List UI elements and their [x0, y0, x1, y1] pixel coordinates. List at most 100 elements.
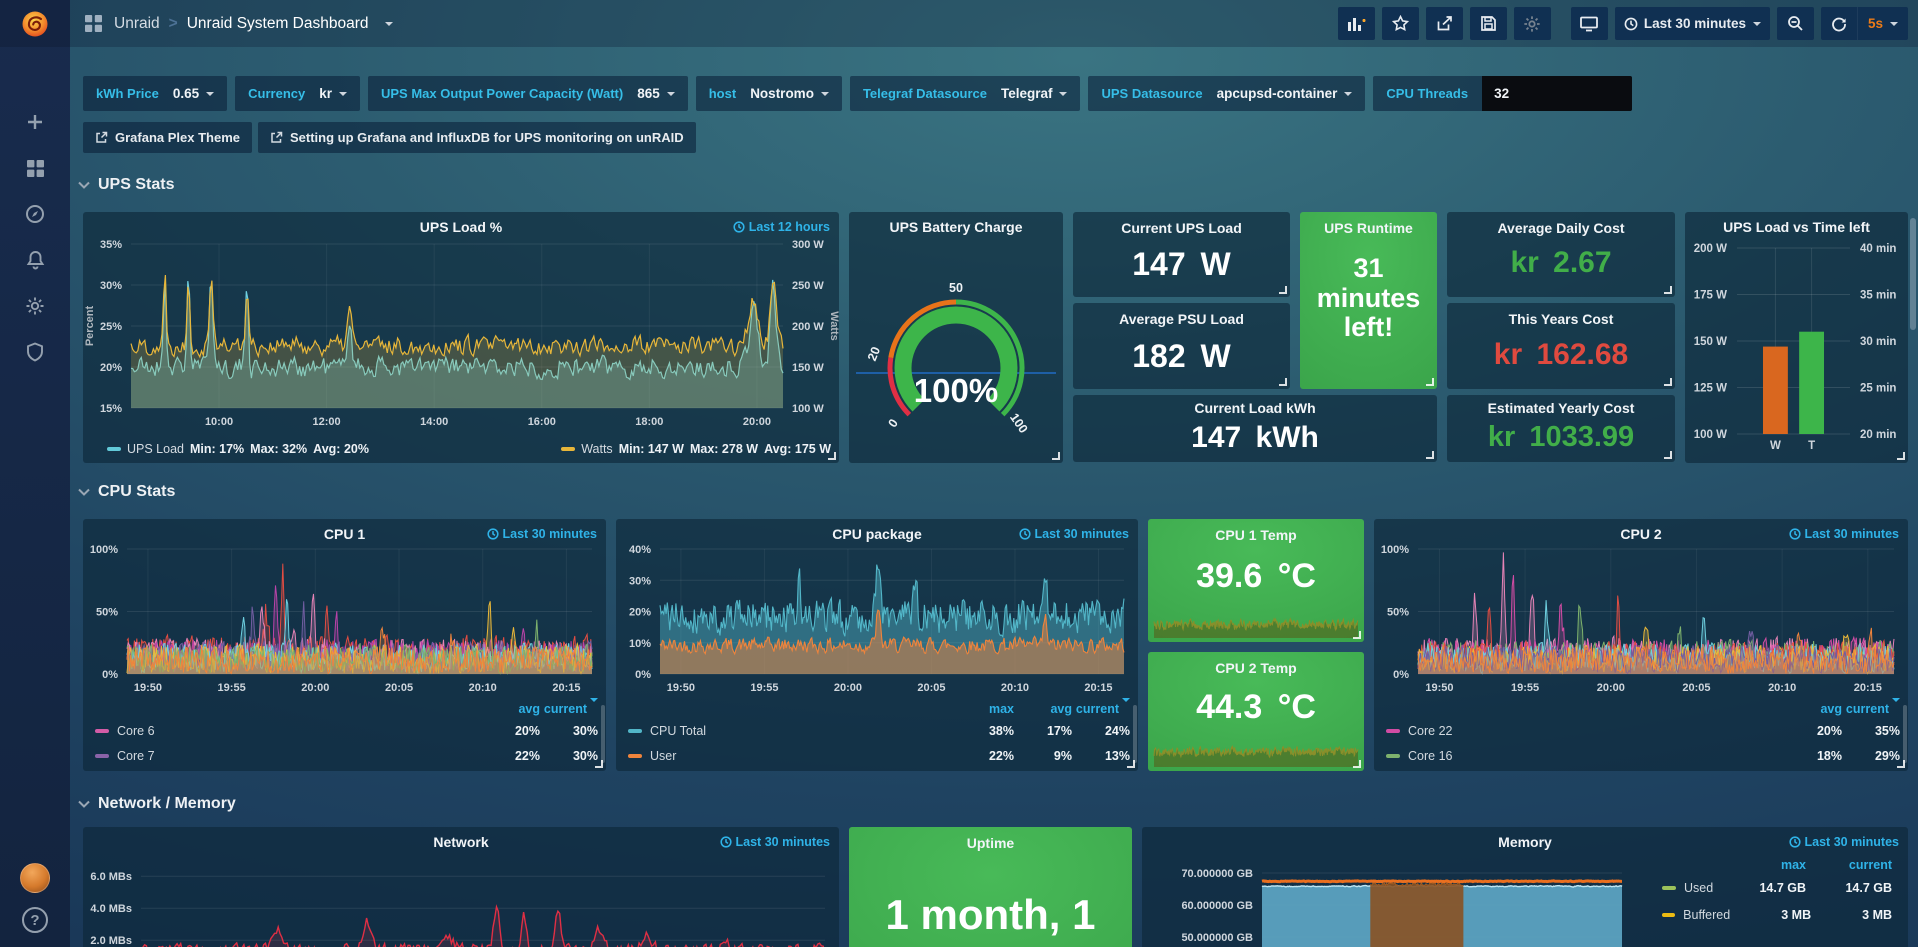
panel-resize-handle[interactable] [1353, 760, 1361, 768]
sidebar-explore-button[interactable] [0, 191, 70, 237]
help-icon[interactable]: ? [22, 907, 48, 933]
page-scrollbar[interactable] [1910, 218, 1916, 330]
cpu-threads-input[interactable] [1482, 76, 1632, 111]
stat-title[interactable]: Uptime [849, 835, 1132, 851]
legend-header-current[interactable]: current [1806, 858, 1892, 872]
refresh-interval-picker[interactable]: 5s [1857, 7, 1908, 40]
stat-title[interactable]: Average Daily Cost [1447, 220, 1675, 236]
cpu2-plot[interactable]: 100%50%0%19:5019:5520:0020:0520:1020:15 [1418, 549, 1894, 674]
chevron-down-icon [78, 488, 90, 496]
link-grafana-plex-theme[interactable]: Grafana Plex Theme [83, 122, 252, 153]
network-plot[interactable]: 6.0 MBs4.0 MBs2.0 MBs [141, 857, 825, 947]
time-range-picker[interactable]: Last 30 minutes [1615, 7, 1770, 40]
legend-scrollbar[interactable] [601, 705, 605, 763]
variable-ups-max-output[interactable]: UPS Max Output Power Capacity (Watt) 865 [368, 76, 688, 111]
variable-telegraf-datasource[interactable]: Telegraf Datasource Telegraf [850, 76, 1081, 111]
stat-title[interactable]: Current UPS Load [1073, 220, 1290, 236]
stat-title[interactable]: This Years Cost [1447, 311, 1675, 327]
cycle-view-button[interactable] [1571, 7, 1608, 40]
sidebar-create-button[interactable] [0, 99, 70, 145]
sidebar-admin-button[interactable] [0, 329, 70, 375]
svg-text:20:00: 20:00 [1597, 682, 1625, 694]
legend-row[interactable]: Core 722%30% [95, 743, 598, 768]
add-panel-button[interactable] [1338, 7, 1375, 40]
variable-currency[interactable]: Currency kr [235, 76, 360, 111]
panel-resize-handle[interactable] [1279, 378, 1287, 386]
legend-header-current[interactable]: current [540, 702, 598, 716]
panel-ups-battery-charge: UPS Battery Charge 02050100100% [849, 212, 1063, 463]
cpu1-plot[interactable]: 100%50%0%19:5019:5520:0020:0520:1020:15 [127, 549, 592, 674]
panel-resize-handle[interactable] [1897, 452, 1905, 460]
panel-resize-handle[interactable] [1664, 451, 1672, 459]
time-range-label: Last 30 minutes [1644, 16, 1746, 31]
legend-header-avg[interactable]: avg [1014, 702, 1072, 716]
variable-ups-datasource[interactable]: UPS Datasource apcupsd-container [1088, 76, 1365, 111]
panel-title[interactable]: UPS Battery Charge [849, 219, 1063, 235]
section-network-memory[interactable]: Network / Memory [78, 795, 236, 813]
legend-header-current[interactable]: current [1072, 702, 1130, 716]
dashboard-settings-button[interactable] [1514, 7, 1551, 40]
panel-resize-handle[interactable] [1664, 286, 1672, 294]
panel-title[interactable]: UPS Load vs Time left [1685, 219, 1908, 235]
panel-resize-handle[interactable] [1664, 378, 1672, 386]
sidebar-alerting-button[interactable] [0, 237, 70, 283]
link-label: Grafana Plex Theme [115, 130, 240, 145]
cpu-package-plot[interactable]: 40%30%20%10%0%19:5019:5520:0020:0520:102… [660, 549, 1124, 674]
memory-plot[interactable]: 70.000000 GB60.000000 GB50.000000 GB [1262, 857, 1622, 947]
legend-swatch [561, 447, 575, 451]
ups-vs-time-plot[interactable]: 200 W175 W150 W125 W100 W40 min35 min30 … [1737, 248, 1850, 434]
section-ups-stats[interactable]: UPS Stats [78, 176, 174, 194]
grafana-logo[interactable] [0, 0, 70, 47]
share-button[interactable] [1426, 7, 1463, 40]
legend-header-max[interactable]: max [1720, 858, 1806, 872]
svg-text:20:15: 20:15 [1084, 682, 1112, 694]
legend-row[interactable]: Core 1618%29% [1386, 743, 1900, 768]
variable-kwh-price[interactable]: kWh Price 0.65 [83, 76, 227, 111]
legend-row[interactable]: Core 2220%35% [1386, 718, 1900, 743]
panel-resize-handle[interactable] [1353, 631, 1361, 639]
legend-row[interactable]: Buffered3 MB3 MB [1662, 901, 1892, 928]
stat-title[interactable]: Estimated Yearly Cost [1447, 400, 1675, 416]
legend-header-avg[interactable]: avg [1784, 702, 1842, 716]
stat-title[interactable]: UPS Runtime [1300, 220, 1437, 236]
legend-header-current[interactable]: current [1842, 702, 1900, 716]
breadcrumb-dashboard-title[interactable]: Unraid System Dashboard [187, 15, 369, 33]
stat-title[interactable]: Average PSU Load [1073, 311, 1290, 327]
section-cpu-stats[interactable]: CPU Stats [78, 483, 175, 501]
stat-title[interactable]: CPU 2 Temp [1148, 660, 1364, 676]
gear-icon [25, 296, 45, 316]
legend-item-ups-load[interactable]: UPS Load Min: 17%Max: 32%Avg: 20% [107, 442, 369, 456]
refresh-button[interactable] [1821, 7, 1857, 40]
variable-host[interactable]: host Nostromo [696, 76, 842, 111]
panel-resize-handle[interactable] [1426, 451, 1434, 459]
legend-row[interactable]: Core 620%30% [95, 718, 598, 743]
legend-row[interactable]: CPU Total38%17%24% [628, 718, 1130, 743]
chevron-down-icon[interactable] [385, 22, 393, 26]
svg-text:25%: 25% [100, 321, 122, 333]
sidebar-configuration-button[interactable] [0, 283, 70, 329]
zoom-out-button[interactable] [1777, 7, 1814, 40]
stat-title[interactable]: Current Load kWh [1073, 400, 1437, 416]
link-ups-monitoring-guide[interactable]: Setting up Grafana and InfluxDB for UPS … [258, 122, 696, 153]
ups-load-plot[interactable]: 35%30%25%20%15%300 W250 W200 W150 W100 W… [131, 244, 783, 408]
panel-resize-handle[interactable] [1279, 286, 1287, 294]
legend-row[interactable]: Used14.7 GB14.7 GB [1662, 874, 1892, 901]
legend-scrollbar[interactable] [1133, 705, 1137, 763]
legend-header-avg[interactable]: avg [482, 702, 540, 716]
svg-text:10:00: 10:00 [205, 416, 233, 428]
stat-title[interactable]: CPU 1 Temp [1148, 527, 1364, 543]
svg-text:30%: 30% [100, 280, 122, 292]
legend-item-watts[interactable]: Watts Min: 147 WMax: 278 WAvg: 175 W [561, 442, 831, 456]
sidebar-dashboards-button[interactable] [0, 145, 70, 191]
breadcrumb-app[interactable]: Unraid [114, 15, 160, 33]
panel-resize-handle[interactable] [1426, 378, 1434, 386]
legend-row[interactable]: User22%9%13% [628, 743, 1130, 768]
panel-title[interactable]: UPS Load % [83, 219, 839, 235]
legend-scrollbar[interactable] [1903, 705, 1907, 763]
legend-header-max[interactable]: max [956, 702, 1014, 716]
save-button[interactable] [1470, 7, 1507, 40]
star-button[interactable] [1382, 7, 1419, 40]
svg-text:0%: 0% [102, 669, 118, 681]
user-avatar[interactable] [20, 863, 50, 893]
panel-resize-handle[interactable] [1052, 452, 1060, 460]
